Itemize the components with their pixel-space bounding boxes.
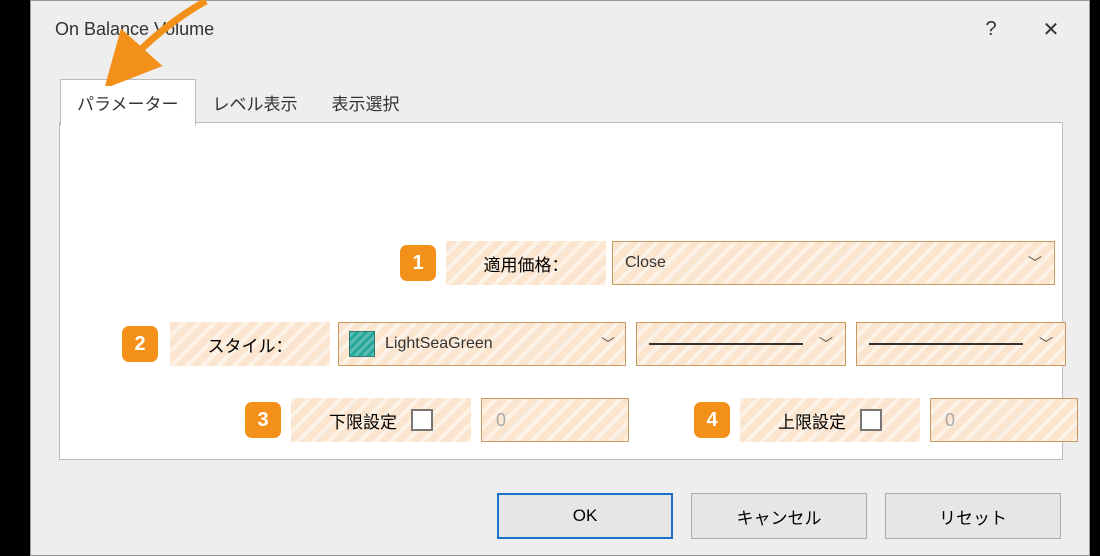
select-apply-price[interactable]: Close ﹀ — [612, 241, 1055, 285]
row-style: 2 スタイル： LightSeaGreen ﹀ ﹀ ﹀ — [122, 322, 1066, 366]
label-style: スタイル： — [170, 322, 330, 366]
checkbox-lower-limit[interactable] — [411, 409, 433, 431]
line-sample — [869, 343, 1023, 345]
input-upper-limit[interactable]: 0 — [930, 398, 1078, 442]
tab-display[interactable]: 表示選択 — [315, 79, 417, 126]
close-button[interactable]: ✕ — [1021, 1, 1081, 57]
select-line-style[interactable]: ﹀ — [636, 322, 846, 366]
annotation-2: 2 — [122, 326, 158, 362]
help-button[interactable]: ? — [961, 1, 1021, 57]
row-apply-price: 1 適用価格： Close ﹀ — [400, 241, 1055, 285]
checkbox-upper-limit[interactable] — [860, 409, 882, 431]
annotation-4: 4 — [694, 402, 730, 438]
select-line-width[interactable]: ﹀ — [856, 322, 1066, 366]
ok-button[interactable]: OK — [497, 493, 673, 539]
line-sample — [649, 343, 803, 345]
panel-content: 1 適用価格： Close ﹀ 2 スタイル： LightSeaGreen ﹀ … — [59, 122, 1063, 460]
tab-parameters[interactable]: パラメーター — [60, 79, 196, 126]
row-lower-limit: 3 下限設定 0 — [245, 398, 629, 442]
reset-button[interactable]: リセット — [885, 493, 1061, 539]
chevron-down-icon: ﹀ — [819, 334, 833, 354]
chevron-down-icon: ﹀ — [1028, 253, 1042, 273]
window-title: On Balance Volume — [55, 19, 961, 40]
select-color-value: LightSeaGreen — [385, 335, 591, 353]
chevron-down-icon: ﹀ — [1039, 334, 1053, 354]
tabs: パラメーター レベル表示 表示選択 — [60, 79, 417, 126]
annotation-1: 1 — [400, 245, 436, 281]
label-upper-limit-text: 上限設定 — [778, 408, 846, 433]
label-lower-limit-text: 下限設定 — [329, 408, 397, 433]
label-lower-limit: 下限設定 — [291, 398, 471, 442]
dialog-window: On Balance Volume ? ✕ パラメーター レベル表示 表示選択 … — [30, 0, 1090, 556]
row-upper-limit: 4 上限設定 0 — [694, 398, 1078, 442]
select-color[interactable]: LightSeaGreen ﹀ — [338, 322, 626, 366]
label-apply-price: 適用価格： — [446, 241, 606, 285]
tab-levels[interactable]: レベル表示 — [196, 79, 315, 126]
chevron-down-icon: ﹀ — [601, 334, 615, 354]
select-apply-price-value: Close — [625, 254, 666, 272]
titlebar: On Balance Volume ? ✕ — [31, 1, 1089, 57]
color-swatch — [349, 331, 375, 357]
annotation-3: 3 — [245, 402, 281, 438]
cancel-button[interactable]: キャンセル — [691, 493, 867, 539]
label-upper-limit: 上限設定 — [740, 398, 920, 442]
input-lower-limit[interactable]: 0 — [481, 398, 629, 442]
footer: OK キャンセル リセット — [31, 477, 1089, 555]
